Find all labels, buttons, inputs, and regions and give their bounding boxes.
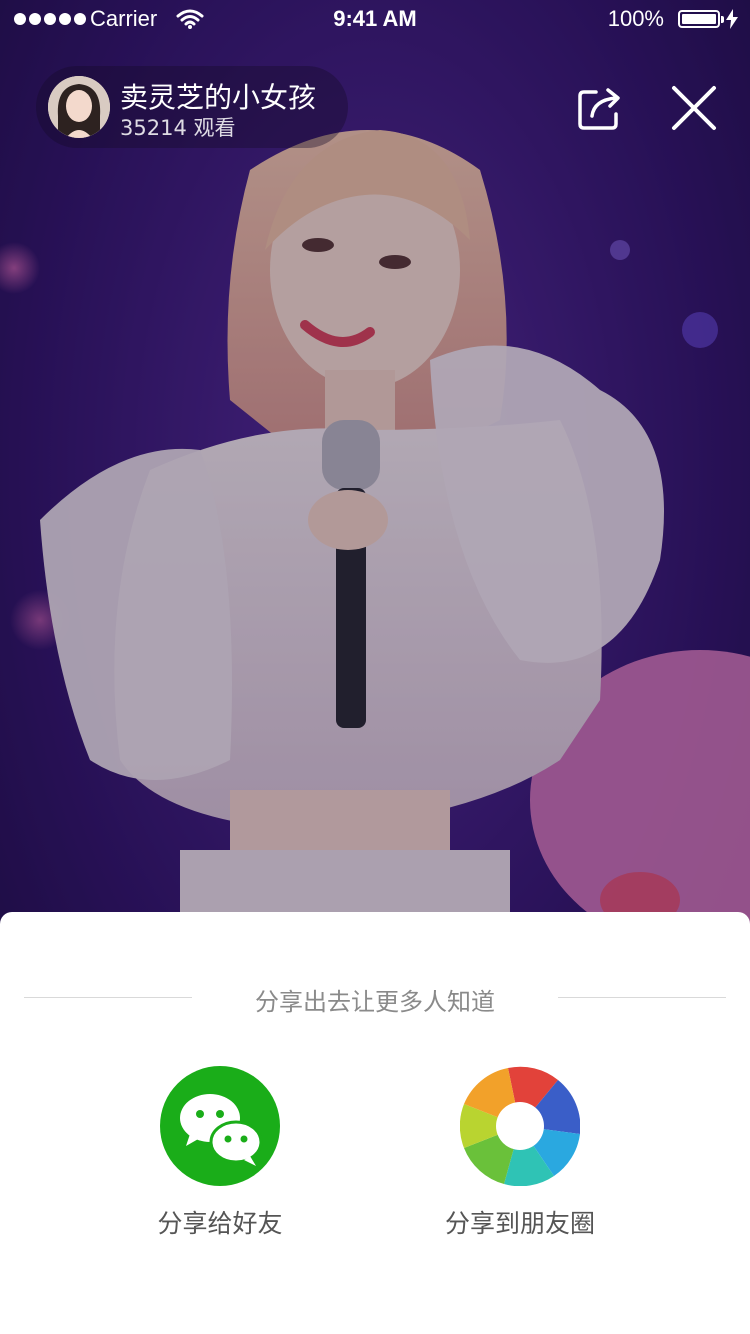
host-name: 卖灵芝的小女孩 <box>120 81 317 114</box>
share-to-moments-button[interactable]: 分享到朋友圈 <box>410 1066 630 1246</box>
avatar[interactable] <box>48 76 110 138</box>
battery-percent: 100% <box>607 6 664 31</box>
share-to-friend-button[interactable]: 分享给好友 <box>110 1066 330 1246</box>
live-stream-screen: Carrier 9:41 AM 100% 卖灵芝的小女孩 35214 观看 分享… <box>0 0 750 1334</box>
wechat-icon <box>160 1066 280 1186</box>
share-to-friend-label: 分享给好友 <box>157 1209 283 1238</box>
viewer-count: 35214 观看 <box>120 116 236 140</box>
close-icon <box>672 86 716 130</box>
close-button[interactable] <box>670 84 718 132</box>
share-button[interactable] <box>576 84 624 132</box>
battery-icon <box>678 10 724 28</box>
divider-right <box>558 997 726 998</box>
share-icon <box>578 88 620 130</box>
status-bar: Carrier 9:41 AM 100% <box>0 0 750 40</box>
share-sheet-title: 分享出去让更多人知道 <box>255 988 495 1016</box>
share-to-moments-label: 分享到朋友圈 <box>444 1209 595 1238</box>
share-sheet: 分享出去让更多人知道 分享给好友 分享到朋友圈 <box>0 912 750 1334</box>
host-info-pill[interactable]: 卖灵芝的小女孩 35214 观看 <box>36 66 348 148</box>
charging-bolt-icon <box>726 9 738 29</box>
moments-icon <box>459 1066 581 1187</box>
